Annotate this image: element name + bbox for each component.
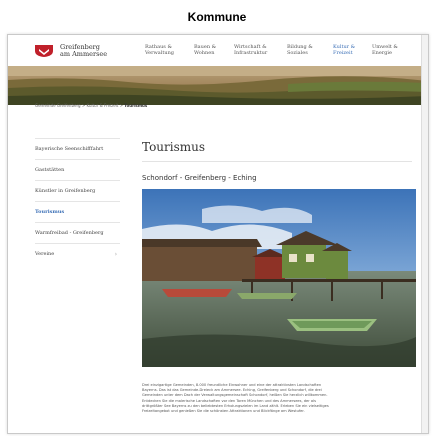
sidebar-nav: Bayerische Seenschifffahrt Gaststätten K… [35, 138, 120, 264]
sidebar-item-warmfreibad[interactable]: Warmfreibad - Greifenberg [35, 222, 120, 243]
site-logo[interactable]: Greifenberg am Ammersee [33, 44, 107, 58]
nav-label: Soziales [287, 50, 308, 56]
nav-bauen[interactable]: Bauen & Wohnen [194, 44, 216, 56]
lake-image [142, 189, 416, 367]
hero-banner [8, 66, 428, 105]
sidebar-item-tourismus[interactable]: Tourismus [35, 201, 120, 222]
nav-label: Infrastruktur [234, 50, 268, 56]
nav-rathaus[interactable]: Rathaus & Verwaltung [145, 44, 174, 56]
intro-line: Freizeitangebot und genießen Sie die sch… [142, 409, 305, 414]
sidebar-item-label: Bayerische Seenschifffahrt [35, 146, 104, 152]
breadcrumb-separator: > [119, 103, 124, 108]
nav-label: Energie [372, 50, 392, 56]
breadcrumb-current: Tourismus [124, 103, 148, 108]
nav-bildung[interactable]: Bildung & Soziales [287, 44, 313, 56]
title-divider [142, 161, 412, 162]
breadcrumb-separator: > [81, 103, 86, 108]
page-title: Tourismus [142, 140, 206, 154]
nav-label: Wohnen [194, 50, 215, 56]
boathouse-photo [142, 189, 416, 367]
site-name-line2: am Ammersee [60, 50, 108, 58]
breadcrumb-section[interactable]: Kultur & Freizeit [87, 103, 119, 108]
sidebar-item-label: Tourismus [35, 209, 65, 215]
site-header: Greifenberg am Ammersee Rathaus & Verwal… [8, 35, 428, 66]
breadcrumb: Gemeinde Greifenberg > Kultur & Freizeit… [35, 103, 147, 108]
nav-wirtschaft[interactable]: Wirtschaft & Infrastruktur [234, 44, 267, 56]
nav-kultur[interactable]: Kultur & Freizeit [333, 44, 355, 56]
browser-frame: Greifenberg am Ammersee Rathaus & Verwal… [7, 34, 429, 434]
landscape-image [8, 66, 428, 105]
page-subtitle: Schondorf - Greifenberg - Eching [142, 174, 257, 182]
sidebar-item-vereine[interactable]: Vereine › [35, 243, 120, 264]
nav-umwelt[interactable]: Umwelt & Energie [372, 44, 398, 56]
sidebar-item-kuenstler[interactable]: Künstler in Greifenberg [35, 180, 120, 201]
sidebar-item-label: Künstler in Greifenberg [35, 188, 96, 194]
sidebar-item-label: Warmfreibad - Greifenberg [35, 230, 104, 236]
sidebar-item-seenschifffahrt[interactable]: Bayerische Seenschifffahrt [35, 138, 120, 159]
chevron-right-icon: › [114, 250, 117, 258]
sidebar-item-label: Gaststätten [35, 167, 65, 173]
nav-label: Freizeit [333, 50, 353, 56]
site-name: Greifenberg am Ammersee [60, 44, 107, 58]
sidebar-item-gaststaetten[interactable]: Gaststätten [35, 159, 120, 180]
sidebar-item-label: Vereine [35, 251, 55, 257]
breadcrumb-home[interactable]: Gemeinde Greifenberg [35, 103, 81, 108]
nav-label: Verwaltung [145, 50, 175, 56]
coat-of-arms-icon [35, 45, 53, 57]
intro-text: Drei einzigartige Gemeinden, 8.000 freun… [142, 383, 414, 414]
page-caption: Kommune [187, 10, 247, 24]
